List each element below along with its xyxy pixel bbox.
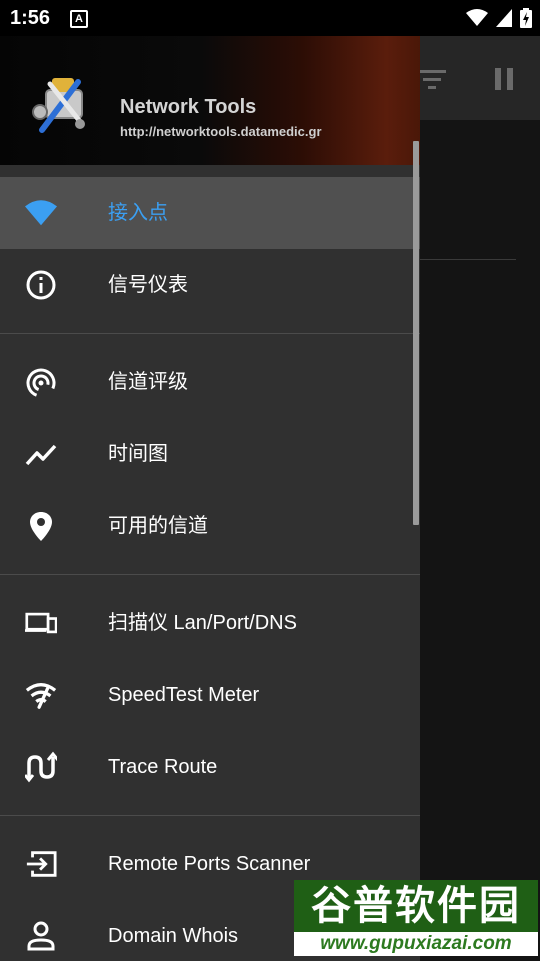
drawer-header: Network Tools http://networktools.datame… bbox=[0, 36, 420, 165]
wifi-signal-icon bbox=[466, 9, 488, 26]
app-title: Network Tools bbox=[120, 96, 257, 118]
menu-divider bbox=[0, 333, 420, 334]
menu-item-time-graph[interactable]: 时间图 bbox=[0, 418, 420, 490]
menu-item-speedtest-meter[interactable]: SpeedTest Meter bbox=[0, 659, 420, 731]
menu-item-label: 可用的信道 bbox=[108, 515, 208, 537]
menu-item-trace-route[interactable]: Trace Route bbox=[0, 731, 420, 803]
menu-item-label: 信道评级 bbox=[108, 371, 188, 393]
watermark-title: 谷普软件园 bbox=[294, 880, 538, 932]
menu-item-label: Trace Route bbox=[108, 756, 218, 778]
menu-divider bbox=[0, 815, 420, 816]
menu-item-scanner[interactable]: 扫描仪 Lan/Port/DNS bbox=[0, 587, 420, 659]
wifi-icon bbox=[25, 197, 57, 229]
drawer-scrollbar[interactable] bbox=[413, 141, 419, 525]
person-icon bbox=[25, 920, 57, 952]
radar-icon bbox=[25, 366, 57, 398]
timeline-icon bbox=[25, 438, 57, 470]
menu-item-label: SpeedTest Meter bbox=[108, 684, 260, 706]
route-icon bbox=[25, 751, 57, 783]
app-url: http://networktools.datamedic.gr bbox=[120, 124, 322, 139]
watermark: 谷普软件园 www.gupuxiazai.com bbox=[294, 880, 538, 958]
menu-item-signal-meter[interactable]: 信号仪表 bbox=[0, 249, 420, 321]
menu-item-channel-rating[interactable]: 信道评级 bbox=[0, 346, 420, 418]
filter-icon[interactable] bbox=[418, 68, 446, 90]
status-time: 1:56 bbox=[10, 7, 51, 29]
menu-item-label: 时间图 bbox=[108, 443, 168, 465]
location-pin-icon bbox=[25, 510, 57, 542]
menu-divider bbox=[0, 574, 420, 575]
menu-item-access-points[interactable]: 接入点 bbox=[0, 177, 420, 249]
cell-signal-icon bbox=[496, 9, 512, 27]
watermark-url: www.gupuxiazai.com bbox=[294, 932, 538, 956]
input-icon bbox=[25, 848, 57, 880]
menu-item-available-channels[interactable]: 可用的信道 bbox=[0, 490, 420, 562]
menu-item-label: 接入点 bbox=[108, 202, 168, 224]
wifi-speed-icon bbox=[25, 679, 57, 711]
status-icons bbox=[466, 8, 532, 28]
devices-icon bbox=[25, 607, 57, 639]
background-divider bbox=[420, 259, 516, 260]
notification-a-icon: A bbox=[70, 10, 88, 28]
pause-icon[interactable] bbox=[494, 68, 514, 90]
info-icon bbox=[25, 269, 57, 301]
drawer-menu: 接入点 信号仪表 信道评级 时间图 可用的信道 扫描仪 Lan/Port/DNS… bbox=[0, 177, 420, 961]
tools-logo-icon bbox=[32, 78, 85, 133]
menu-item-label: 扫描仪 Lan/Port/DNS bbox=[108, 612, 297, 634]
navigation-drawer: Network Tools http://networktools.datame… bbox=[0, 36, 420, 961]
menu-item-label: Remote Ports Scanner bbox=[108, 853, 311, 875]
menu-item-label: Domain Whois bbox=[108, 925, 239, 947]
menu-item-label: 信号仪表 bbox=[108, 274, 188, 296]
battery-icon bbox=[520, 8, 532, 28]
status-bar: 1:56 A bbox=[0, 0, 540, 36]
